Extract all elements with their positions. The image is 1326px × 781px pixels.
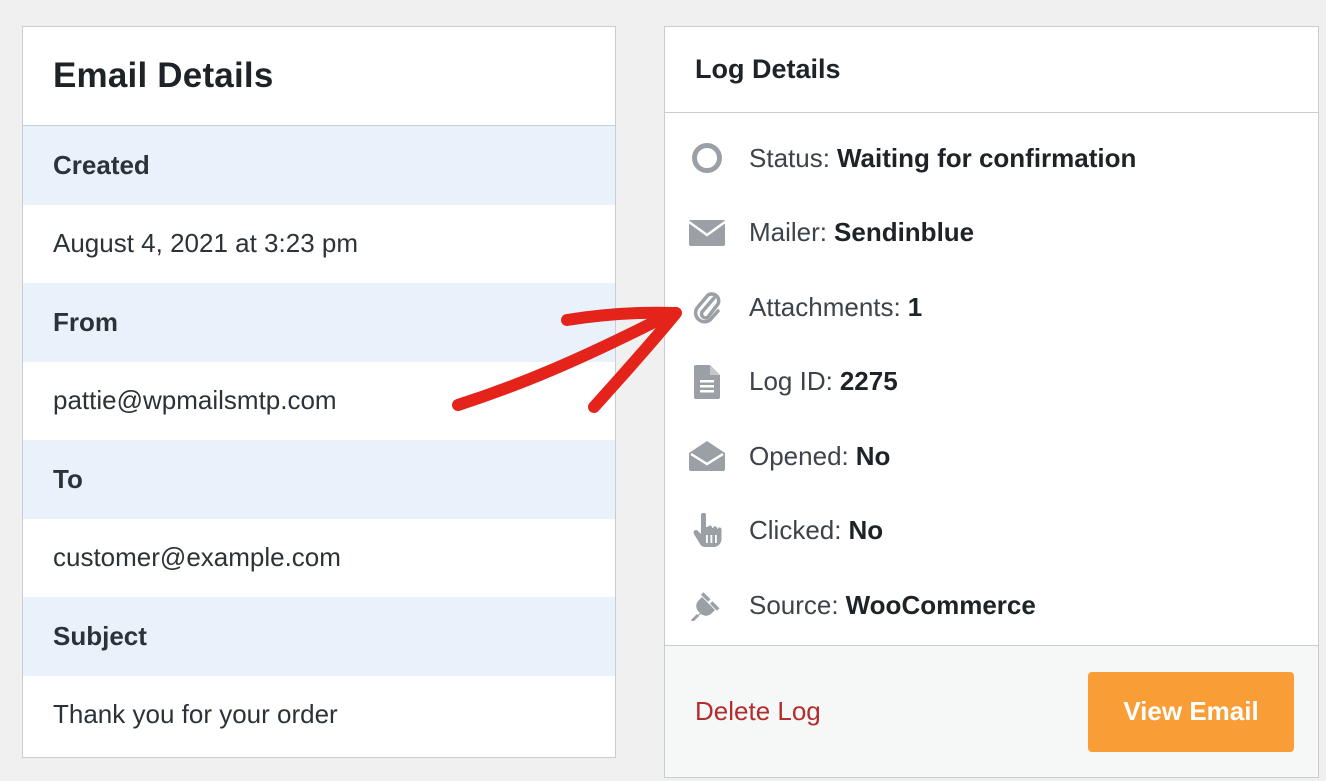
log-item-opened: Opened: No [665,419,1318,494]
subject-label: Subject [23,597,615,676]
attachments-value: 1 [907,291,923,322]
created-value: August 4, 2021 at 3:23 pm [23,204,615,283]
plug-icon [689,587,725,623]
log-item-mailer: Mailer: Sendinblue [665,196,1318,271]
log-item-status: Status: Waiting for confirmation [665,121,1318,196]
status-circle-icon [689,140,725,176]
log-details-header: Log Details [665,27,1318,113]
created-label: Created [23,126,615,205]
from-value: pattie@wpmailsmtp.com [23,361,615,440]
view-email-button[interactable]: View Email [1088,671,1294,752]
log-item-source: Source: WooCommerce [665,568,1318,643]
email-details-card: Email Details Created August 4, 2021 at … [22,26,616,758]
email-details-header: Email Details [23,27,615,126]
page: Email Details Created August 4, 2021 at … [0,0,1326,781]
log-id-label: Log ID: [749,366,833,397]
log-details-footer: Delete Log View Email [665,645,1318,777]
status-value: Waiting for confirmation [836,142,1137,173]
log-item-log-id: Log ID: 2275 [665,345,1318,420]
from-label: From [23,283,615,362]
to-value: customer@example.com [23,518,615,597]
document-icon [689,364,725,400]
mailer-label: Mailer: [749,217,828,248]
source-label: Source: [749,589,839,620]
attachments-label: Attachments: [749,291,901,322]
log-details-card: Log Details Status: Waiting for confirma… [664,26,1319,778]
open-envelope-icon [689,438,725,474]
delete-log-link[interactable]: Delete Log [695,696,821,727]
clicked-value: No [848,515,884,546]
log-details-list: Status: Waiting for confirmation Mailer:… [665,113,1318,643]
log-item-attachments: Attachments: 1 [665,270,1318,345]
log-item-clicked: Clicked: No [665,494,1318,569]
opened-label: Opened: [749,440,849,471]
subject-value: Thank you for your order [23,675,615,754]
log-details-title: Log Details [695,54,841,84]
status-label: Status: [749,142,830,173]
to-label: To [23,440,615,519]
envelope-icon [689,215,725,251]
mailer-value: Sendinblue [834,217,975,248]
paperclip-icon [689,289,725,325]
email-details-title: Email Details [53,56,274,95]
source-value: WooCommerce [845,589,1036,620]
opened-value: No [855,440,891,471]
pointer-hand-icon [689,512,725,549]
log-id-value: 2275 [839,366,898,397]
clicked-label: Clicked: [749,515,842,546]
